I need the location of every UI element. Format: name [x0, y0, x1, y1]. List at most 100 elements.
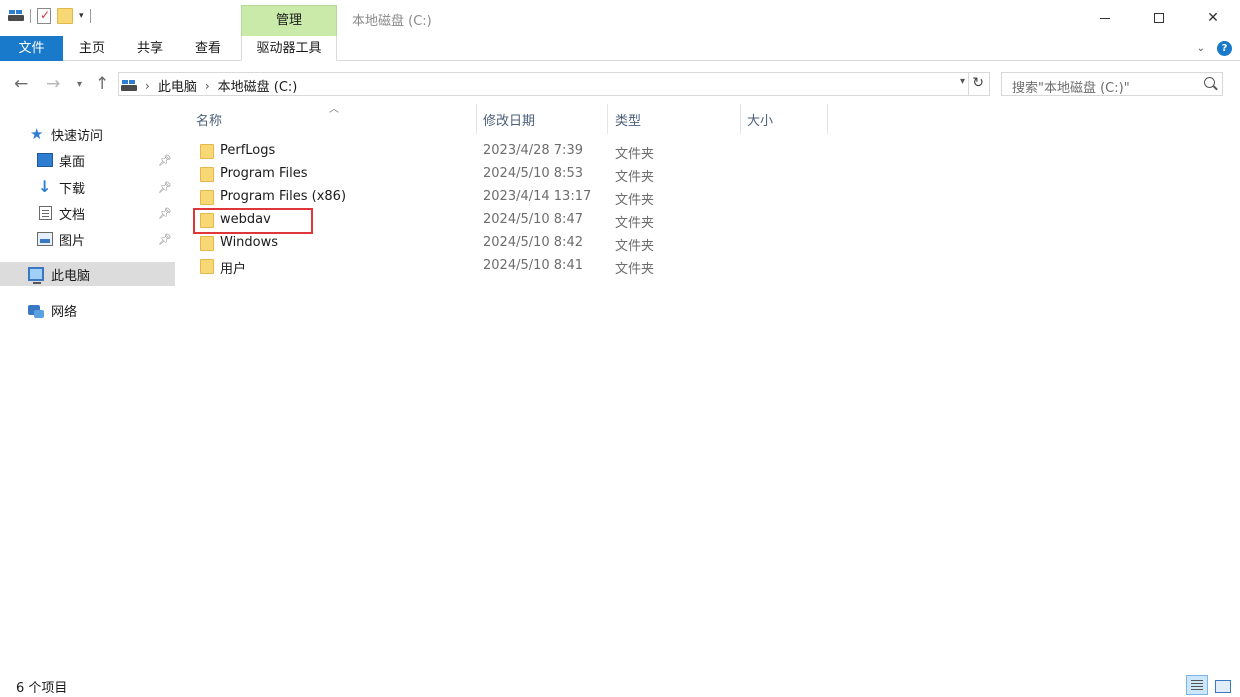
properties-icon[interactable] [37, 8, 51, 24]
pin-icon[interactable]: 📌︎ [158, 233, 172, 246]
file-name: PerfLogs [220, 143, 276, 158]
tab-share[interactable]: 共享 [122, 36, 178, 61]
folder-icon [200, 190, 214, 205]
column-header-name[interactable]: 名称 [196, 110, 222, 132]
star-icon: ★ [30, 125, 44, 143]
recent-locations-icon[interactable]: ▾ [77, 79, 82, 90]
window-controls: ✕ [1078, 0, 1240, 36]
qat-dropdown-icon[interactable]: ▾ [79, 11, 84, 21]
large-icons-view-icon[interactable] [1211, 675, 1233, 695]
download-icon: ↓ [38, 177, 52, 196]
search-icon [1204, 77, 1215, 88]
sidebar-item-this-pc[interactable]: 此电脑 [0, 262, 175, 286]
forward-arrow-icon[interactable]: → [46, 74, 60, 94]
pin-icon[interactable]: 📌︎ [158, 154, 172, 167]
sort-ascending-icon: ︿ [329, 104, 339, 115]
item-count: 6 个项目 [16, 681, 68, 696]
breadcrumb-separator-icon[interactable]: › [145, 79, 150, 93]
address-dropdown-icon[interactable]: ▾ [960, 76, 965, 87]
new-folder-icon[interactable] [57, 8, 73, 24]
file-name: Program Files [220, 166, 308, 181]
column-separator[interactable] [827, 104, 828, 134]
file-name: 用户 [220, 262, 247, 277]
breadcrumb-separator-icon[interactable]: › [205, 79, 210, 93]
tab-file[interactable]: 文件 [0, 36, 63, 61]
column-header-date[interactable]: 修改日期 [483, 110, 535, 132]
sidebar-item-desktop[interactable]: 桌面 📌︎ [0, 148, 175, 172]
status-bar: 6 个项目 [0, 673, 1240, 697]
document-icon [39, 206, 52, 220]
tab-drive-tools[interactable]: 驱动器工具 [241, 36, 337, 61]
folder-icon [200, 144, 214, 159]
sidebar-item-documents[interactable]: 文档 📌︎ [0, 201, 175, 225]
sidebar-item-label: 桌面 [59, 154, 86, 170]
pin-icon[interactable]: 📌︎ [158, 207, 172, 220]
folder-icon [200, 167, 214, 182]
file-name: Windows [220, 235, 279, 250]
file-type: 文件夹 [615, 193, 655, 208]
sidebar-item-network[interactable]: 网络 [0, 298, 175, 322]
file-type: 文件夹 [615, 262, 655, 277]
column-separator[interactable] [476, 104, 477, 134]
ribbon-tabs: 文件 主页 共享 查看 驱动器工具 ⌄ ? [0, 36, 1240, 61]
highlight-annotation [193, 208, 313, 234]
minimize-button[interactable] [1078, 0, 1132, 36]
back-arrow-icon[interactable]: ← [14, 74, 28, 94]
file-list: ︿ 名称 修改日期 类型 大小 PerfLogs 2023/4/28 7:39 … [186, 100, 1240, 668]
sidebar-item-quick-access[interactable]: ★ 快速访问 [0, 122, 175, 146]
breadcrumb-local-disk[interactable]: 本地磁盘 (C:) [218, 76, 298, 95]
close-icon: ✕ [1207, 10, 1219, 26]
ribbon-right-controls: ⌄ ? [1197, 41, 1232, 56]
file-row[interactable]: Program Files 2024/5/10 8:53 文件夹 [192, 163, 832, 186]
sidebar-item-label: 下载 [59, 181, 86, 197]
column-header-size[interactable]: 大小 [747, 110, 773, 132]
file-row[interactable]: Windows 2024/5/10 8:42 文件夹 [192, 232, 832, 255]
folder-icon [200, 259, 214, 274]
up-arrow-icon[interactable]: ↑ [95, 74, 109, 94]
file-date: 2023/4/28 7:39 [483, 143, 583, 158]
details-view-icon[interactable] [1186, 675, 1208, 695]
file-type: 文件夹 [615, 170, 655, 185]
column-separator[interactable] [740, 104, 741, 134]
file-type: 文件夹 [615, 147, 655, 162]
help-icon[interactable]: ? [1217, 41, 1232, 56]
maximize-button[interactable] [1132, 0, 1186, 36]
address-bar[interactable]: › 此电脑 › 本地磁盘 (C:) ▾ ↻ [118, 72, 990, 96]
drive-icon[interactable] [8, 9, 24, 23]
search-placeholder: 搜索"本地磁盘 (C:)" [1012, 81, 1130, 96]
expand-ribbon-icon[interactable]: ⌄ [1197, 43, 1205, 54]
pin-icon[interactable]: 📌︎ [158, 181, 172, 194]
file-name: Program Files (x86) [220, 189, 347, 204]
column-separator[interactable] [607, 104, 608, 134]
breadcrumb: › 此电脑 › 本地磁盘 (C:) [121, 76, 297, 95]
file-type: 文件夹 [615, 239, 655, 254]
tab-home[interactable]: 主页 [66, 36, 118, 61]
folder-icon [200, 236, 214, 251]
column-header-type[interactable]: 类型 [615, 110, 641, 132]
minimize-icon [1100, 17, 1110, 19]
address-divider [968, 73, 969, 95]
breadcrumb-this-pc[interactable]: 此电脑 [158, 76, 197, 95]
sidebar-item-downloads[interactable]: ↓ 下载 📌︎ [0, 175, 175, 199]
file-row[interactable]: PerfLogs 2023/4/28 7:39 文件夹 [192, 140, 832, 163]
qat-divider [89, 9, 91, 23]
sidebar-item-label: 文档 [59, 207, 86, 223]
refresh-icon[interactable]: ↻ [972, 75, 984, 91]
qat-divider [30, 9, 31, 23]
sidebar-item-label: 图片 [59, 233, 86, 249]
sidebar-item-label: 此电脑 [51, 268, 91, 284]
sidebar-item-label: 网络 [51, 304, 78, 320]
sidebar-item-pictures[interactable]: 图片 📌︎ [0, 227, 175, 251]
title-bar: ▾ 管理 本地磁盘 (C:) ✕ [0, 0, 1240, 36]
search-box[interactable]: 搜索"本地磁盘 (C:)" [1001, 72, 1223, 96]
network-icon [28, 305, 44, 318]
this-pc-icon [28, 267, 44, 284]
close-button[interactable]: ✕ [1186, 0, 1240, 36]
tab-view[interactable]: 查看 [180, 36, 236, 61]
tab-manage[interactable]: 管理 [241, 5, 337, 36]
file-row[interactable]: 用户 2024/5/10 8:41 文件夹 [192, 255, 832, 278]
file-row[interactable]: Program Files (x86) 2023/4/14 13:17 文件夹 [192, 186, 832, 209]
maximize-icon [1154, 13, 1164, 23]
drive-icon [121, 79, 137, 93]
desktop-icon [37, 153, 53, 167]
